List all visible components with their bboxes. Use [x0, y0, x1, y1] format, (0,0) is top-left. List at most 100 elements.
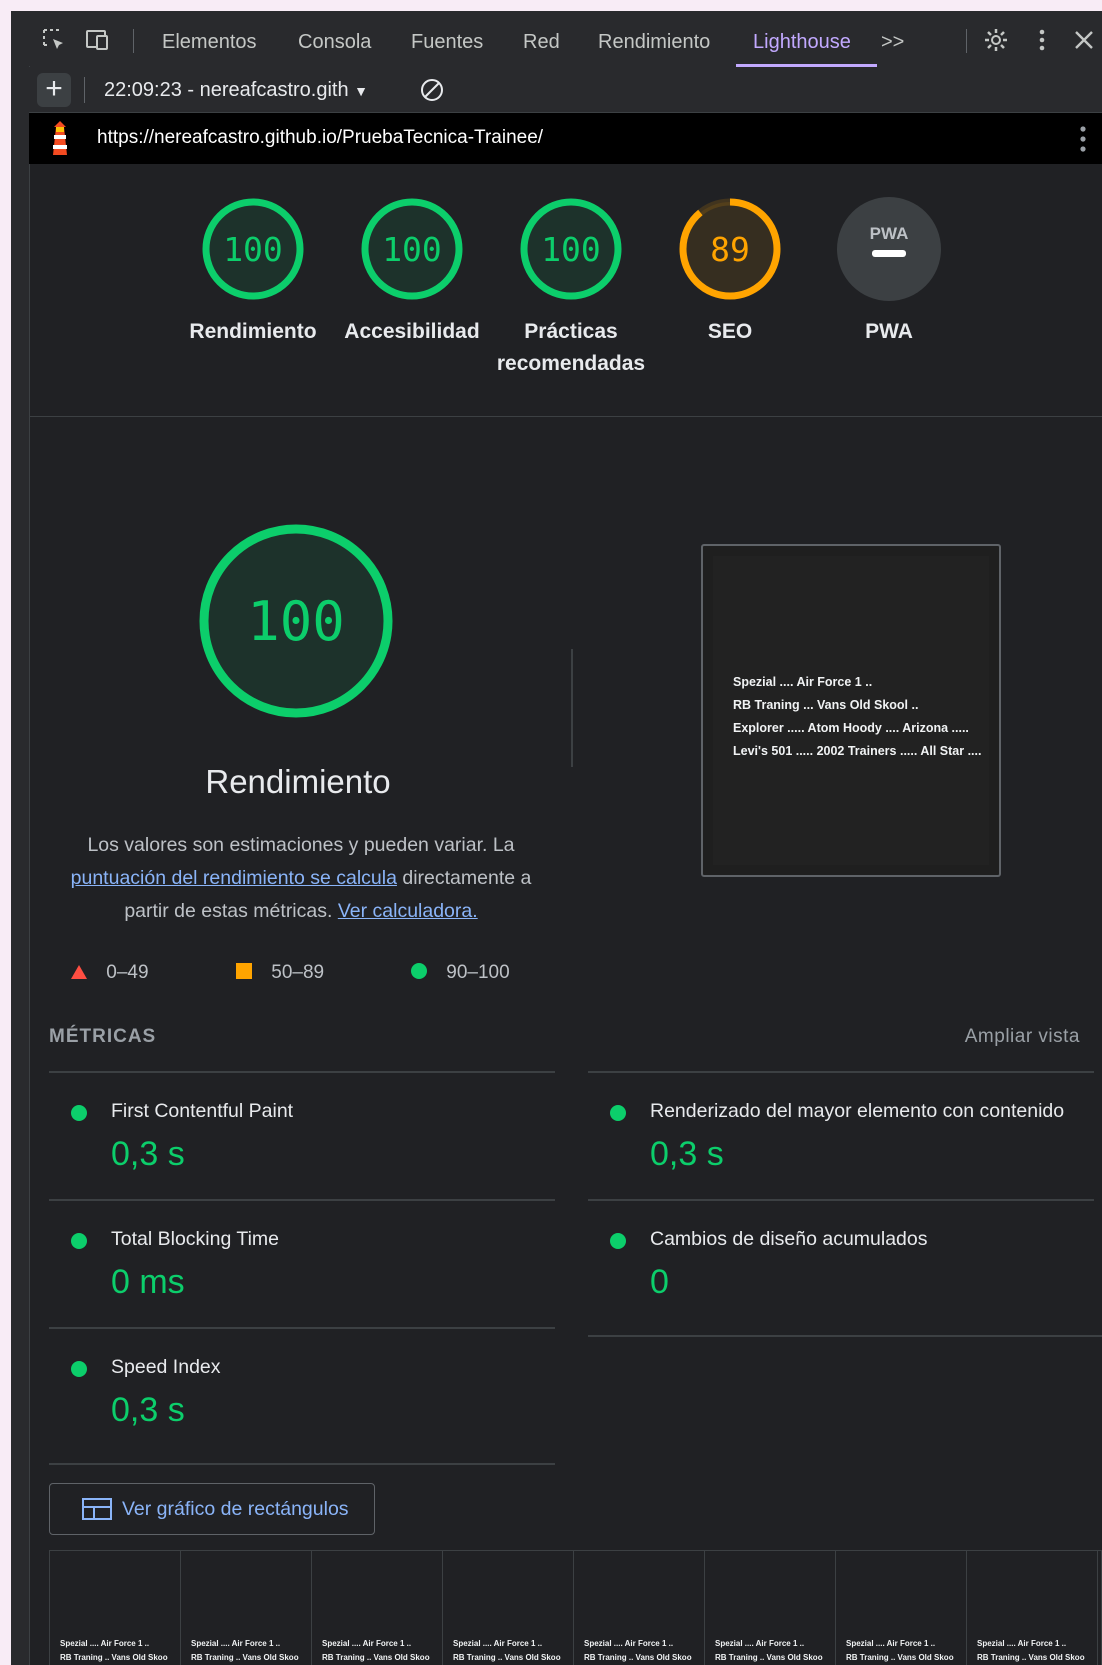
pwa-badge-text: PWA: [870, 224, 909, 243]
screenshot-line: Levi's 501 ..... 2002 Trainers ..... All…: [733, 744, 982, 758]
vertical-divider: [571, 649, 573, 767]
tab-fuentes[interactable]: Fuentes: [411, 31, 483, 54]
pass-dot-icon: [71, 1233, 87, 1249]
gauge-score: 100: [541, 230, 601, 269]
filmstrip-frame-text: Spezial .... Air Force 1 ..: [322, 1639, 412, 1648]
tab-consola[interactable]: Consola: [298, 31, 371, 54]
filmstrip-frame-text: RB Traning .. Vans Old Skoo: [584, 1653, 692, 1662]
metric-total-blocking-time: Total Blocking Time 0 ms: [49, 1199, 555, 1329]
filmstrip-frame[interactable]: Spezial .... Air Force 1 .. RB Traning ..…: [967, 1551, 1098, 1665]
filmstrip-frame-text: Spezial .... Air Force 1 ..: [977, 1639, 1067, 1648]
close-devtools-icon[interactable]: [1071, 27, 1097, 53]
report-selector[interactable]: 22:09:23 - nereafcastro.gith ▼: [104, 79, 368, 102]
more-options-icon[interactable]: [1029, 27, 1055, 53]
dropdown-caret-icon: ▼: [354, 83, 369, 99]
screenshot-line: RB Traning ... Vans Old Skool ..: [733, 698, 919, 712]
pwa-dash-icon: [872, 250, 906, 257]
final-screenshot[interactable]: Spezial .... Air Force 1 .. RB Traning .…: [701, 544, 1001, 877]
filmstrip-frame-text: RB Traning .. Vans Old Skoo: [453, 1653, 561, 1662]
filmstrip-frame-text: RB Traning .. Vans Old Skoo: [977, 1653, 1085, 1662]
gauge-score: 89: [710, 230, 750, 269]
filmstrip-frame-text: Spezial .... Air Force 1 ..: [191, 1639, 281, 1648]
metric-label: Cambios de diseño acumulados: [650, 1228, 928, 1250]
performance-score-gauge: 100: [199, 524, 393, 718]
filmstrip-frame[interactable]: Spezial .... Air Force 1 .. RB Traning ..…: [574, 1551, 705, 1665]
devtools-toolbar: Elementos Consola Fuentes Red Rendimient…: [11, 11, 1102, 68]
gauge-label: Rendimiento: [189, 320, 317, 343]
pass-dot-icon: [71, 1105, 87, 1121]
metric-value: 0 ms: [111, 1263, 185, 1301]
clear-reports-icon[interactable]: [419, 77, 445, 103]
filmstrip-frame[interactable]: Spezial .... Air Force 1 .. RB Traning ..…: [443, 1551, 574, 1665]
settings-gear-icon[interactable]: [983, 27, 1009, 53]
metric-cumulative-layout-shift: Cambios de diseño acumulados 0: [588, 1199, 1094, 1329]
metric-value: 0,3 s: [111, 1135, 185, 1173]
filmstrip-frame-text: RB Traning .. Vans Old Skoo: [715, 1653, 823, 1662]
gauge-5[interactable]: PWA: [835, 195, 943, 303]
tab-lighthouse[interactable]: Lighthouse: [753, 31, 851, 54]
performance-score-value: 100: [247, 590, 345, 653]
filmstrip-frame[interactable]: Spezial .... Air Force 1 .. RB Traning ..…: [836, 1551, 967, 1665]
green-circle-icon: [411, 963, 427, 979]
metric-label: Renderizado del mayor elemento con conte…: [650, 1100, 1065, 1122]
pass-dot-icon: [71, 1361, 87, 1377]
filmstrip-frame-text: Spezial .... Air Force 1 ..: [453, 1639, 543, 1648]
report-selector-bar: + 22:09:23 - nereafcastro.gith ▼: [29, 67, 1102, 113]
gauge-1[interactable]: 100: [199, 195, 307, 303]
more-tabs-button[interactable]: >>: [881, 31, 904, 54]
metric-label: Total Blocking Time: [111, 1228, 279, 1250]
filmstrip-frame-text: Spezial .... Air Force 1 ..: [60, 1639, 150, 1648]
gauge-label: Accesibilidad: [344, 320, 480, 343]
report-menu-icon[interactable]: [1078, 125, 1088, 153]
screenshot-line: Explorer ..... Atom Hoody .... Arizona .…: [733, 721, 969, 735]
gauge-3[interactable]: 100: [517, 195, 625, 303]
tab-rendimiento[interactable]: Rendimiento: [598, 31, 710, 54]
report-url-bar: https://nereafcastro.github.io/PruebaTec…: [29, 113, 1102, 164]
left-gutter: [11, 66, 30, 1665]
metric-largest-contentful-paint: Renderizado del mayor elemento con conte…: [588, 1071, 1094, 1201]
legend-fail-range: 0–49: [106, 962, 149, 983]
metrics-heading: MÉTRICAS: [49, 1026, 157, 1047]
expand-view-toggle[interactable]: Ampliar vista: [965, 1026, 1080, 1048]
red-triangle-icon: [71, 965, 87, 979]
legend-average-range: 50–89: [271, 962, 325, 983]
filmstrip-frame-text: RB Traning .. Vans Old Skoo: [191, 1653, 299, 1662]
report-selector-label: 22:09:23 - nereafcastro.gith: [104, 79, 349, 101]
gauge-score: 100: [382, 230, 442, 269]
desc-text-1: Los valores son estimaciones y pueden va…: [87, 834, 515, 856]
device-toolbar-icon[interactable]: [85, 27, 111, 53]
view-treemap-label: Ver gráfico de rectángulos: [122, 1498, 349, 1520]
gauge-score: 100: [223, 230, 283, 269]
metric-value: 0: [650, 1263, 669, 1301]
pass-dot-icon: [610, 1105, 626, 1121]
gauge-4[interactable]: 89: [676, 195, 784, 303]
filmstrip-frame[interactable]: Spezial .... Air Force 1 .. RB Traning ..…: [312, 1551, 443, 1665]
filmstrip-frame[interactable]: Spezial .... Air Force 1 .. RB Traning ..…: [50, 1551, 181, 1665]
score-calculation-link[interactable]: puntuación del rendimiento se calcula: [71, 867, 397, 889]
filmstrip-frame-text: Spezial .... Air Force 1 ..: [584, 1639, 674, 1648]
performance-description: Los valores son estimaciones y pueden va…: [51, 829, 551, 928]
gauge-label: PWA: [865, 320, 913, 343]
legend-pass-range: 90–100: [446, 962, 510, 983]
treemap-icon: [82, 1498, 112, 1520]
report-url[interactable]: https://nereafcastro.github.io/PruebaTec…: [97, 127, 543, 149]
filmstrip-frame[interactable]: Spezial .... Air Force 1 .. RB Traning ..…: [705, 1551, 836, 1665]
filmstrip-frame-text: RB Traning .. Vans Old Skoo: [846, 1653, 954, 1662]
orange-square-icon: [236, 963, 252, 979]
tab-elementos[interactable]: Elementos: [162, 31, 257, 54]
tab-red[interactable]: Red: [523, 31, 560, 54]
inspect-element-icon[interactable]: [41, 27, 67, 53]
legend-pass: 90–100: [411, 962, 510, 984]
filmstrip-frame-text: RB Traning .. Vans Old Skoo: [322, 1653, 430, 1662]
metric-value: 0,3 s: [111, 1391, 185, 1429]
filmstrip-frame-text: Spezial .... Air Force 1 ..: [846, 1639, 936, 1648]
view-treemap-button[interactable]: Ver gráfico de rectángulos: [49, 1483, 375, 1535]
screenshot-line: Spezial .... Air Force 1 ..: [733, 675, 873, 689]
filmstrip-frame-text: Spezial .... Air Force 1 ..: [715, 1639, 805, 1648]
new-report-button[interactable]: +: [37, 73, 71, 107]
lighthouse-logo-icon: [53, 121, 67, 155]
calculator-link[interactable]: Ver calculadora.: [338, 900, 478, 922]
metric-label: Speed Index: [111, 1356, 221, 1378]
filmstrip-frame[interactable]: Spezial .... Air Force 1 .. RB Traning ..…: [181, 1551, 312, 1665]
gauge-2[interactable]: 100: [358, 195, 466, 303]
